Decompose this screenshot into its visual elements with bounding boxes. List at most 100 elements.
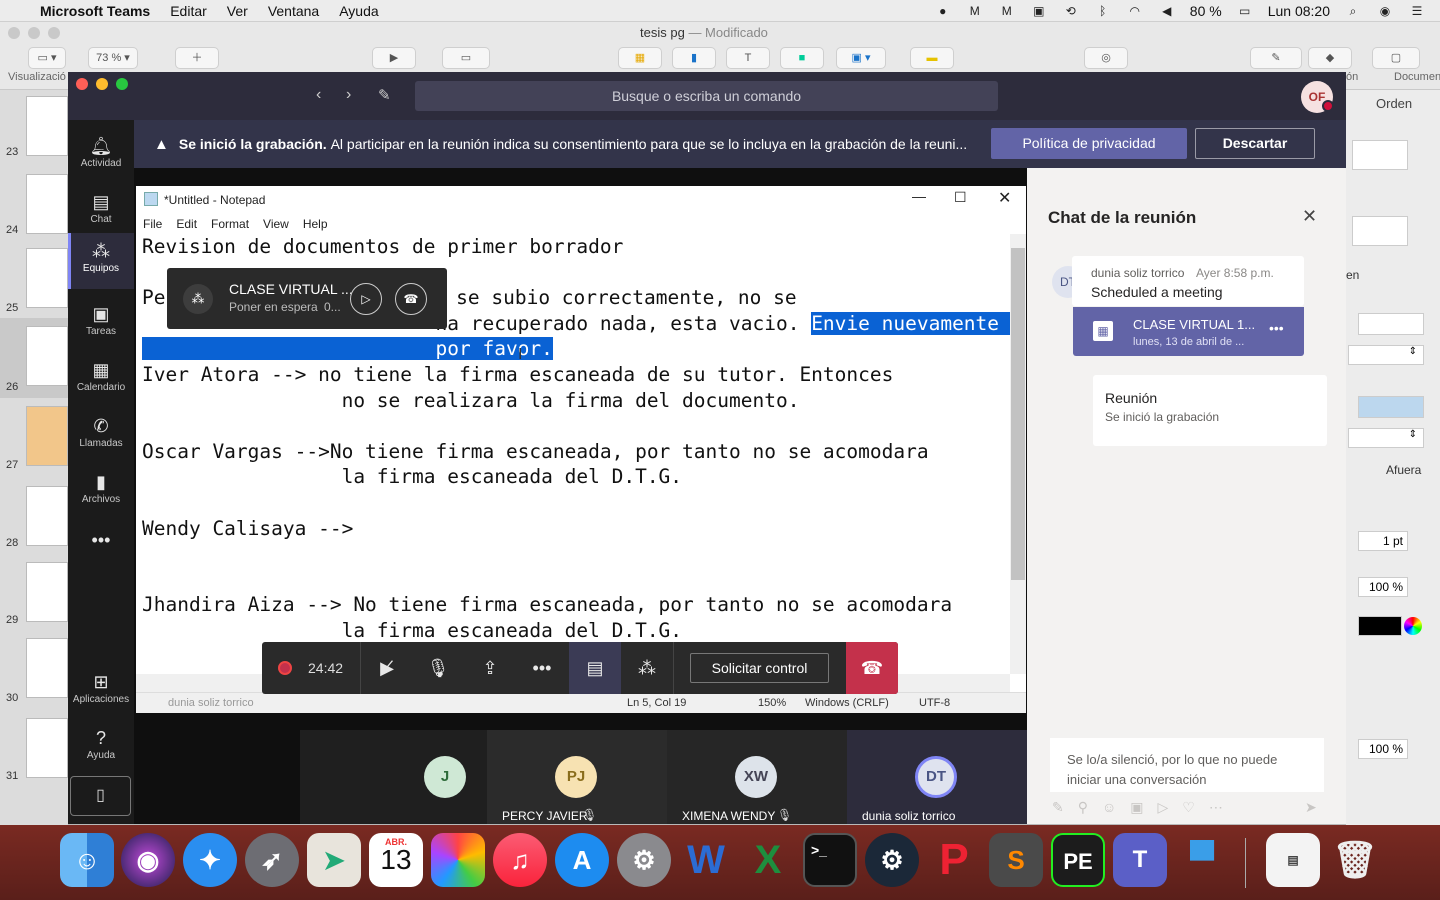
- menu-view[interactable]: View: [263, 217, 289, 231]
- stroke-width-field[interactable]: 1 pt: [1358, 531, 1408, 551]
- clock[interactable]: Lun 08:20: [1268, 3, 1330, 19]
- slide-thumbnail[interactable]: [26, 406, 68, 466]
- siri-icon[interactable]: ◉: [1376, 4, 1394, 18]
- participants-icon[interactable]: ⁂: [621, 642, 673, 694]
- slide-thumbnail[interactable]: [26, 486, 68, 546]
- border-swatch[interactable]: [1358, 396, 1424, 418]
- close-icon[interactable]: ✕: [1302, 206, 1317, 227]
- camera-icon[interactable]: ▣: [1030, 4, 1048, 18]
- document-stack-icon[interactable]: ▤: [1266, 833, 1320, 887]
- keynote-close-button[interactable]: [8, 27, 20, 39]
- nav-chat[interactable]: ▤ Chat: [68, 184, 134, 240]
- opacity-field-2[interactable]: 100 %: [1358, 739, 1408, 759]
- chat-toggle-icon[interactable]: ▤: [569, 642, 621, 694]
- slide-thumbnail[interactable]: [26, 718, 68, 778]
- keynote-zoom-button[interactable]: [48, 27, 60, 39]
- status-m2-icon[interactable]: M: [998, 4, 1016, 18]
- menu-editar[interactable]: Editar: [170, 3, 207, 19]
- calendar-app-icon[interactable]: ABR. 13: [369, 833, 423, 887]
- menu-ver[interactable]: Ver: [227, 3, 248, 19]
- vertical-scroll-thumb[interactable]: [1011, 248, 1025, 580]
- time-machine-icon[interactable]: ⟲: [1062, 4, 1080, 18]
- text-icon[interactable]: T: [726, 47, 770, 69]
- privacy-policy-button[interactable]: Política de privacidad: [991, 128, 1187, 159]
- add-slide-button[interactable]: ＋: [175, 47, 219, 69]
- wifi-icon[interactable]: ◠: [1126, 4, 1144, 18]
- nav-equipos[interactable]: ⁂ Equipos: [68, 233, 134, 289]
- animate-icon[interactable]: ◆: [1308, 47, 1352, 69]
- minimize-icon[interactable]: —: [912, 188, 926, 204]
- shape-icon[interactable]: ■: [780, 47, 824, 69]
- spotlight-icon[interactable]: ⌕: [1344, 4, 1362, 18]
- menu-help[interactable]: Help: [303, 217, 328, 231]
- powerpoint-icon[interactable]: P: [927, 833, 981, 887]
- hangup-icon[interactable]: ☎: [395, 283, 427, 315]
- search-input[interactable]: Busque o escriba un comando: [415, 81, 998, 111]
- nav-aplicaciones[interactable]: ⊞ Aplicaciones: [68, 664, 134, 720]
- slide-thumbnail[interactable]: [26, 326, 68, 386]
- notification-center-icon[interactable]: ☰: [1408, 4, 1426, 18]
- border-select[interactable]: ⇕: [1348, 428, 1424, 448]
- fill-select[interactable]: ⇕: [1348, 345, 1424, 365]
- comment-icon[interactable]: ▬: [910, 47, 954, 69]
- menu-format[interactable]: Format: [211, 217, 249, 231]
- maps-icon[interactable]: ➤: [307, 833, 361, 887]
- fill-swatch[interactable]: [1358, 313, 1424, 335]
- chat-message[interactable]: dunia soliz torrico Ayer 8:58 p.m. Sched…: [1072, 256, 1304, 306]
- steam-icon[interactable]: ⚙: [865, 833, 919, 887]
- send-icon[interactable]: ➤: [1305, 799, 1317, 816]
- status-icon[interactable]: ●: [934, 4, 952, 18]
- slide-thumbnail[interactable]: [26, 174, 68, 234]
- hang-up-button[interactable]: ☎: [846, 642, 898, 694]
- trash-icon[interactable]: 🗑︎: [1328, 833, 1382, 887]
- launchpad-icon[interactable]: ➶: [245, 833, 299, 887]
- menu-file[interactable]: File: [143, 217, 162, 231]
- chart-icon[interactable]: ▮: [672, 47, 716, 69]
- safari-icon[interactable]: ✦: [183, 833, 237, 887]
- terminal-icon[interactable]: >_: [803, 833, 857, 887]
- slide-thumbnail[interactable]: [26, 562, 68, 622]
- table-icon[interactable]: ▦: [618, 47, 662, 69]
- nav-llamadas[interactable]: ✆ Llamadas: [68, 408, 134, 464]
- nav-tareas[interactable]: ▣ Tareas: [68, 296, 134, 352]
- play-button[interactable]: ▶: [372, 47, 416, 69]
- participant-tile[interactable]: XW XIMENA WENDY 🎙︎: [667, 730, 847, 824]
- view-menu-button[interactable]: ▭ ▾: [28, 47, 66, 69]
- close-window-button[interactable]: [76, 78, 88, 90]
- media-icon[interactable]: ▣ ▾: [836, 47, 886, 69]
- keynote-minimize-button[interactable]: [28, 27, 40, 39]
- pycharm-icon[interactable]: PE: [1051, 833, 1105, 887]
- music-icon[interactable]: ♫: [493, 833, 547, 887]
- color-well[interactable]: [1358, 616, 1402, 636]
- document-tab-label[interactable]: Documento: [1394, 71, 1440, 83]
- volume-icon[interactable]: ◀: [1158, 4, 1176, 18]
- zoom-menu[interactable]: 73 % ▾: [88, 47, 138, 69]
- battery-percent[interactable]: 80 %: [1190, 3, 1222, 19]
- battery-icon[interactable]: ▭: [1236, 4, 1254, 18]
- nav-more[interactable]: •••: [68, 522, 134, 578]
- share-screen-icon[interactable]: ⇪: [464, 642, 516, 694]
- nav-calendario[interactable]: ▦ Calendario: [68, 352, 134, 408]
- more-actions-icon[interactable]: •••: [516, 642, 568, 694]
- format-icon[interactable]: ✎: [1250, 47, 1302, 69]
- nav-ayuda[interactable]: ? Ayuda: [68, 720, 134, 776]
- compose-icon[interactable]: ✎: [378, 86, 391, 104]
- keynote-icon[interactable]: ▀: [1175, 833, 1229, 887]
- slide-thumbnail[interactable]: [26, 96, 68, 156]
- sublime-text-icon[interactable]: S: [989, 833, 1043, 887]
- slide-thumbnail[interactable]: [26, 248, 68, 308]
- more-icon[interactable]: •••: [1269, 320, 1284, 336]
- camera-off-icon[interactable]: ▶̸: [361, 642, 413, 694]
- resume-icon[interactable]: ▷: [350, 283, 382, 315]
- status-m-icon[interactable]: M: [966, 4, 984, 18]
- finder-icon[interactable]: ☺: [60, 833, 114, 887]
- color-wheel-icon[interactable]: [1404, 617, 1422, 635]
- mobile-device-icon[interactable]: ▯: [70, 776, 131, 816]
- zoom-window-button[interactable]: [116, 78, 128, 90]
- chat-system-message[interactable]: Reunión Se inició la grabación: [1093, 375, 1327, 446]
- menu-ayuda[interactable]: Ayuda: [339, 3, 378, 19]
- style-swatch[interactable]: [1352, 216, 1408, 246]
- mic-off-icon[interactable]: 🎙︎: [412, 642, 464, 694]
- participant-tile[interactable]: J: [300, 730, 487, 824]
- excel-icon[interactable]: X: [741, 833, 795, 887]
